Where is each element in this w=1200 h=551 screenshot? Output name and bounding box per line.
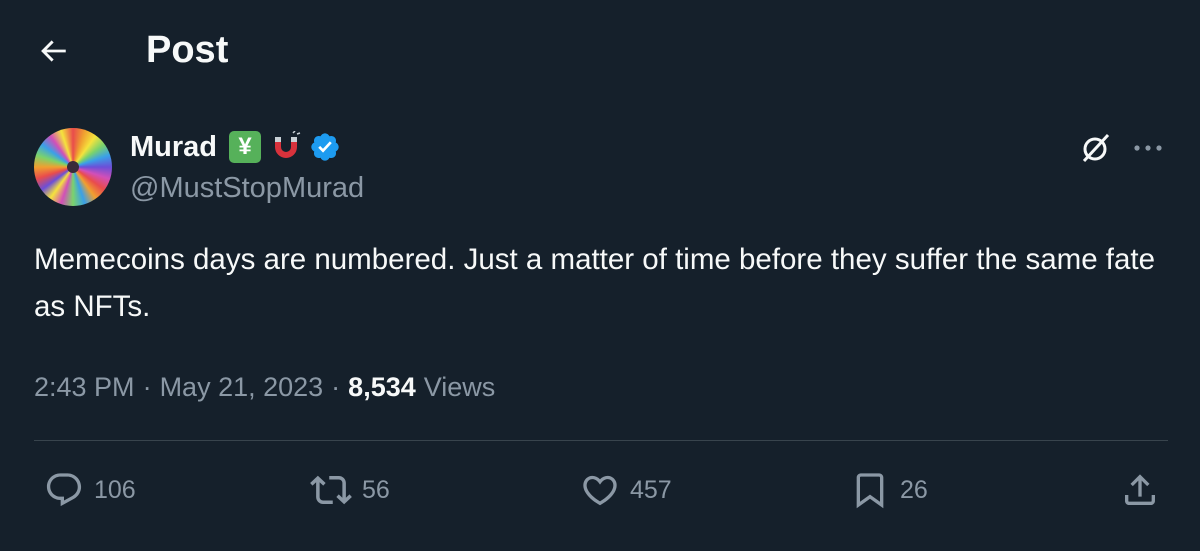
views-label: Views	[423, 371, 496, 402]
reply-count: 106	[94, 475, 136, 504]
grok-button[interactable]	[1078, 130, 1114, 166]
share-button[interactable]	[1120, 468, 1160, 512]
page-title: Post	[146, 29, 229, 71]
more-button[interactable]	[1130, 130, 1166, 166]
tweet-meta: 2:43 PM · May 21, 2023 · 8,534 Views	[34, 366, 495, 408]
magnet-emoji-icon	[275, 131, 301, 158]
more-dots-icon	[1134, 145, 1162, 151]
separator-dot: ·	[331, 371, 341, 402]
repost-icon	[310, 475, 352, 505]
author-name-row[interactable]: Murad ¥	[130, 126, 341, 168]
post-page: Post Murad ¥ @MustStopMurad Memecoins da…	[0, 0, 1200, 551]
reply-bubble-icon	[46, 473, 82, 507]
display-name[interactable]: Murad	[130, 131, 217, 164]
back-button[interactable]	[30, 28, 76, 74]
arrow-left-icon	[41, 40, 66, 62]
tweet-date[interactable]: May 21, 2023	[160, 372, 324, 403]
avatar[interactable]	[34, 128, 112, 206]
yen-chart-emoji-icon: ¥	[229, 131, 261, 163]
verified-badge-icon[interactable]	[309, 131, 341, 163]
heart-icon	[583, 475, 617, 506]
bookmark-count: 26	[900, 475, 928, 504]
author-handle[interactable]: @MustStopMurad	[130, 168, 364, 208]
like-button[interactable]: 457	[580, 468, 672, 512]
share-icon	[1125, 474, 1155, 505]
reply-button[interactable]: 106	[44, 468, 136, 512]
grok-icon	[1082, 133, 1110, 163]
divider	[34, 440, 1168, 441]
page-header: Post	[0, 0, 1200, 100]
repost-button[interactable]: 56	[310, 468, 390, 512]
repost-count: 56	[362, 475, 390, 504]
separator-dot: ·	[142, 371, 152, 402]
like-count: 457	[630, 475, 672, 504]
tweet-time[interactable]: 2:43 PM	[34, 372, 135, 403]
yen-symbol: ¥	[238, 133, 252, 160]
bookmark-icon	[856, 473, 884, 509]
views-count: 8,534	[348, 371, 416, 402]
tweet-text: Memecoins days are numbered. Just a matt…	[34, 243, 1155, 323]
bookmark-button[interactable]: 26	[850, 468, 928, 512]
